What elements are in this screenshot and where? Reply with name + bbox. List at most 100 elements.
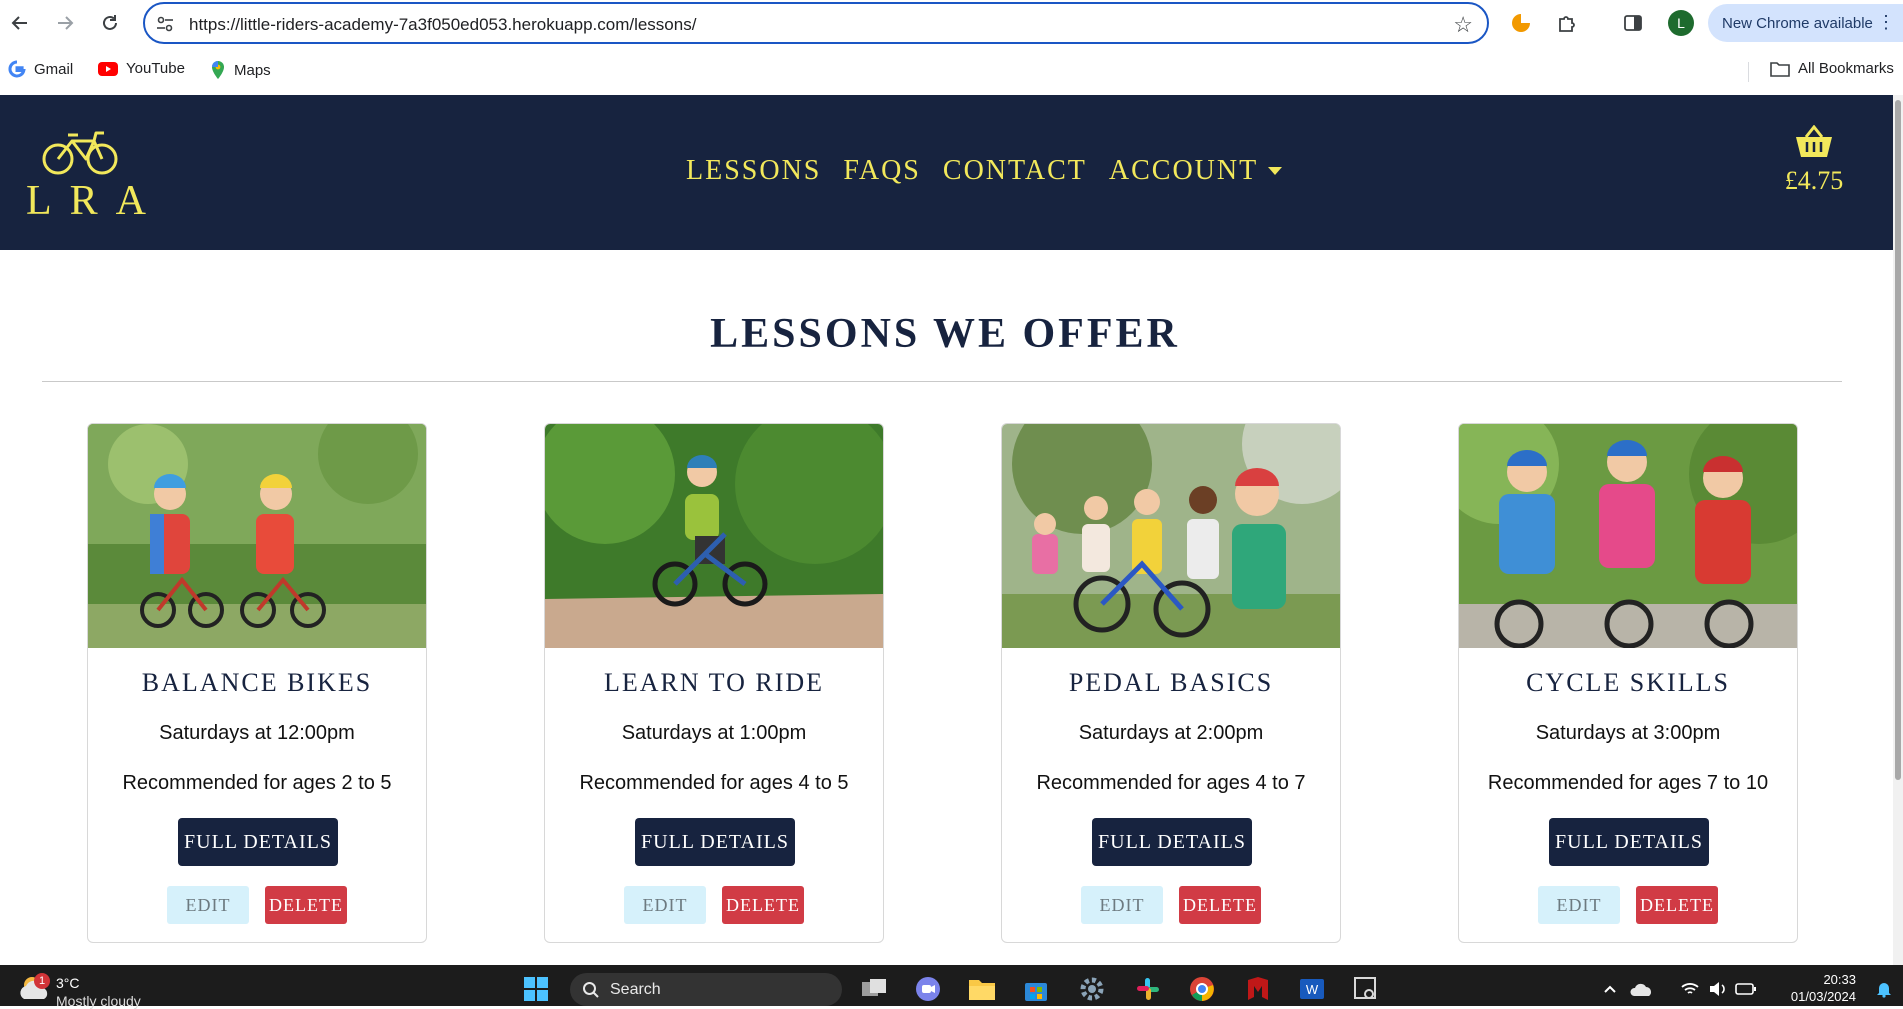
lesson-title: BALANCE BIKES	[141, 668, 373, 697]
scrollbar-thumb[interactable]	[1895, 100, 1901, 780]
search-label: Search	[610, 980, 661, 998]
delete-button[interactable]: DELETE	[1636, 886, 1718, 924]
svg-text:W: W	[1306, 982, 1319, 997]
chrome-update-button[interactable]: New Chrome available ⋮	[1708, 4, 1903, 42]
nav-account-dropdown[interactable]: ACCOUNT	[1108, 155, 1283, 187]
mcafee-icon[interactable]	[1244, 975, 1272, 1003]
main-navigation: LESSONS FAQS CONTACT ACCOUNT	[686, 155, 1283, 187]
basket-link[interactable]: £4.75	[1782, 124, 1846, 196]
site-settings-icon[interactable]	[155, 14, 175, 39]
menu-dots-icon[interactable]: ⋮	[1877, 12, 1895, 33]
windows-taskbar: 1 3°C Mostly cloudy Search W 20:33 01/03…	[0, 965, 1903, 1009]
lesson-ages: Recommended for ages 4 to 5	[579, 772, 849, 794]
battery-icon[interactable]	[1732, 975, 1760, 1003]
onedrive-cloud-icon[interactable]	[1628, 975, 1656, 1003]
nav-faqs[interactable]: FAQS	[843, 155, 921, 187]
bookmarks-divider	[1748, 62, 1749, 82]
basket-total: £4.75	[1784, 166, 1844, 195]
address-bar[interactable]: https://little-riders-academy-7a3f050ed0…	[143, 2, 1489, 44]
bookmark-youtube[interactable]: YouTube	[98, 60, 185, 77]
chevron-up-icon[interactable]	[1596, 975, 1624, 1003]
lesson-ages: Recommended for ages 7 to 10	[1487, 772, 1769, 794]
nav-contact-label: CONTACT	[942, 155, 1087, 186]
edit-button[interactable]: EDIT	[1081, 886, 1163, 924]
nav-contact[interactable]: CONTACT	[943, 155, 1087, 187]
slack-icon[interactable]	[1134, 975, 1162, 1003]
nav-lessons-label: LESSONS	[686, 155, 822, 186]
search-icon	[583, 981, 599, 998]
lesson-photo	[1459, 424, 1797, 648]
bookmark-star-icon[interactable]: ☆	[1453, 12, 1473, 38]
site-logo[interactable]: LRA	[26, 129, 146, 224]
nav-account-label: ACCOUNT	[1108, 155, 1259, 186]
task-view-icon[interactable]	[860, 975, 888, 1003]
taskbar-clock[interactable]: 20:33 01/03/2024	[1776, 971, 1856, 1005]
youtube-icon	[98, 61, 118, 77]
bookmark-gmail[interactable]: Gmail	[8, 60, 73, 78]
full-details-button[interactable]: FULL DETAILS	[178, 818, 338, 866]
lesson-schedule: Saturdays at 2:00pm	[1078, 722, 1264, 744]
file-explorer-icon[interactable]	[968, 975, 996, 1003]
snipping-tool-icon[interactable]	[1352, 975, 1380, 1003]
lesson-card-balance-bikes: BALANCE BIKES Saturdays at 12:00pm Recom…	[87, 423, 427, 943]
weather-temp: 3°C	[56, 975, 80, 991]
profile-avatar[interactable]: L	[1668, 10, 1694, 36]
lesson-ages: Recommended for ages 4 to 7	[1036, 772, 1306, 794]
all-bookmarks[interactable]: All Bookmarks	[1770, 60, 1894, 77]
back-icon[interactable]	[6, 9, 34, 37]
lesson-schedule: Saturdays at 3:00pm	[1535, 722, 1721, 744]
edit-button[interactable]: EDIT	[624, 886, 706, 924]
side-panel-icon[interactable]	[1620, 10, 1646, 36]
all-bookmarks-label: All Bookmarks	[1798, 60, 1894, 77]
extensions-puzzle-icon[interactable]	[1554, 10, 1580, 36]
lesson-ages: Recommended for ages 2 to 5	[122, 772, 392, 794]
edit-button[interactable]: EDIT	[167, 886, 249, 924]
page-scrollbar[interactable]	[1893, 95, 1903, 965]
extension-icon[interactable]	[1508, 10, 1534, 36]
delete-button[interactable]: DELETE	[722, 886, 804, 924]
lesson-title: PEDAL BASICS	[1068, 668, 1274, 697]
bookmarks-bar: Gmail YouTube Maps All Bookmarks	[0, 56, 1903, 90]
bookmark-label: Maps	[234, 61, 271, 79]
url-text[interactable]: https://little-riders-academy-7a3f050ed0…	[189, 15, 696, 35]
lesson-photo	[88, 424, 426, 648]
clock-date: 01/03/2024	[1790, 989, 1856, 1004]
notification-bell-icon[interactable]	[1870, 975, 1898, 1003]
taskbar-search[interactable]: Search	[570, 973, 842, 1006]
logo-text: LRA	[26, 178, 164, 224]
bookmark-label: YouTube	[126, 60, 185, 77]
page-title: LESSONS WE OFFER	[710, 311, 1180, 357]
teams-chat-icon[interactable]	[914, 975, 942, 1003]
lesson-card-learn-to-ride: LEARN TO RIDE Saturdays at 1:00pm Recomm…	[544, 423, 884, 943]
bookmark-maps[interactable]: Maps	[210, 60, 271, 80]
full-details-button[interactable]: FULL DETAILS	[1092, 818, 1252, 866]
full-details-button[interactable]: FULL DETAILS	[635, 818, 795, 866]
title-divider	[42, 381, 1842, 382]
update-label: New Chrome available	[1722, 14, 1873, 32]
volume-icon[interactable]	[1704, 975, 1732, 1003]
browser-toolbar: https://little-riders-academy-7a3f050ed0…	[0, 0, 1903, 46]
edit-button[interactable]: EDIT	[1538, 886, 1620, 924]
wifi-icon[interactable]	[1676, 975, 1704, 1003]
lesson-schedule: Saturdays at 1:00pm	[621, 722, 807, 744]
full-details-button[interactable]: FULL DETAILS	[1549, 818, 1709, 866]
windows-start-icon[interactable]	[522, 975, 550, 1003]
delete-button[interactable]: DELETE	[265, 886, 347, 924]
basket-icon	[1796, 124, 1832, 157]
delete-button[interactable]: DELETE	[1179, 886, 1261, 924]
nav-faqs-label: FAQS	[843, 155, 921, 186]
lesson-title: CYCLE SKILLS	[1526, 668, 1730, 697]
bookmark-label: Gmail	[34, 60, 74, 78]
site-header: LRA LESSONS FAQS CONTACT ACCOUNT £4.75	[0, 95, 1893, 250]
lesson-photo	[1002, 424, 1340, 648]
chrome-icon[interactable]	[1188, 975, 1216, 1003]
microsoft-store-icon[interactable]	[1022, 975, 1050, 1003]
word-icon[interactable]: W	[1298, 975, 1326, 1003]
notification-badge: 1	[34, 973, 50, 989]
settings-gear-icon[interactable]	[1078, 975, 1106, 1003]
folder-icon	[1770, 61, 1790, 77]
reload-icon[interactable]	[96, 9, 124, 37]
nav-lessons[interactable]: LESSONS	[686, 155, 821, 187]
bicycle-icon	[42, 131, 118, 175]
forward-icon[interactable]	[51, 9, 79, 37]
